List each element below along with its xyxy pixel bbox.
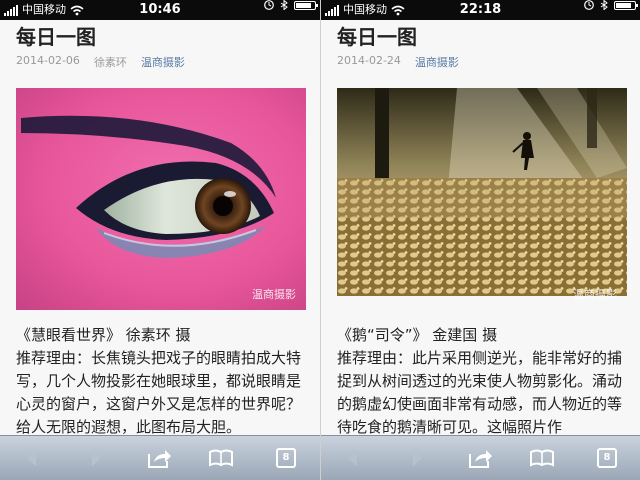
- article-meta: 2014-02-24 温商摄影: [337, 54, 624, 70]
- source-link[interactable]: 温商摄影: [415, 54, 459, 70]
- right-phone-screen: 中国移动 22:18 每日一图 2014-02-24 温商摄影 温商摄影 《鹅“…: [320, 0, 640, 480]
- article-date: 2014-02-24: [337, 54, 401, 67]
- bookmarks-icon[interactable]: [529, 445, 555, 471]
- bookmarks-icon[interactable]: [208, 445, 234, 471]
- battery-fill: [296, 2, 312, 8]
- source-link[interactable]: 温商摄影: [141, 54, 185, 70]
- left-phone-screen: 中国移动 10:46 每日一图 2014-02-06 徐素环 温商摄影 温商摄影…: [0, 0, 320, 480]
- battery-icon: [614, 0, 638, 10]
- photo-watermark: 温商摄影: [573, 288, 617, 301]
- back-icon[interactable]: [341, 445, 367, 471]
- photo-geese-flock: 温商摄影: [337, 88, 627, 310]
- tabs-button[interactable]: 8: [597, 448, 617, 468]
- photo-eye-closeup: 温商摄影: [16, 88, 306, 310]
- article-title: 每日一图: [16, 25, 96, 49]
- article-author: 徐素环: [93, 56, 127, 69]
- battery-icon: [294, 0, 318, 10]
- article-meta: 2014-02-06 徐素环 温商摄影: [16, 54, 304, 70]
- bluetooth-icon: [600, 0, 608, 10]
- forward-icon[interactable]: [403, 445, 429, 471]
- browser-toolbar: 8: [321, 435, 640, 480]
- photo-caption: 《鹅“司令”》 金建国 摄: [337, 326, 498, 344]
- eye-photo: [16, 88, 306, 310]
- browser-toolbar: 8: [0, 435, 320, 480]
- share-icon[interactable]: [146, 445, 172, 471]
- bluetooth-icon: [280, 0, 288, 10]
- article: 每日一图 2014-02-24 温商摄影 温商摄影 《鹅“司令”》 金建国 摄 …: [321, 20, 640, 436]
- battery-fill: [616, 2, 632, 8]
- recommendation-text: 推荐理由：长焦镜头把戏子的眼睛拍成大特写，几个人物投影在她眼球里，都说眼睛是心灵…: [16, 349, 302, 436]
- article: 每日一图 2014-02-06 徐素环 温商摄影 温商摄影 《慧眼看世界》 徐素…: [0, 20, 320, 436]
- photo-caption: 《慧眼看世界》 徐素环 摄: [16, 326, 191, 344]
- tabs-button[interactable]: 8: [276, 448, 296, 468]
- geese-photo: [337, 88, 627, 296]
- recommendation-text: 推荐理由：此片采用侧逆光，能非常好的捕捉到从树间透过的光束使人物剪影化。涌动的鹅…: [337, 349, 623, 436]
- article-date: 2014-02-06: [16, 54, 80, 67]
- article-title: 每日一图: [337, 25, 417, 49]
- status-bar: 中国移动 22:18: [321, 0, 640, 20]
- lock-icon: [584, 0, 594, 10]
- status-bar: 中国移动 10:46: [0, 0, 320, 20]
- forward-icon[interactable]: [82, 445, 108, 471]
- lock-icon: [264, 0, 274, 10]
- photo-watermark: 温商摄影: [252, 288, 296, 301]
- back-icon[interactable]: [20, 445, 46, 471]
- share-icon[interactable]: [467, 445, 493, 471]
